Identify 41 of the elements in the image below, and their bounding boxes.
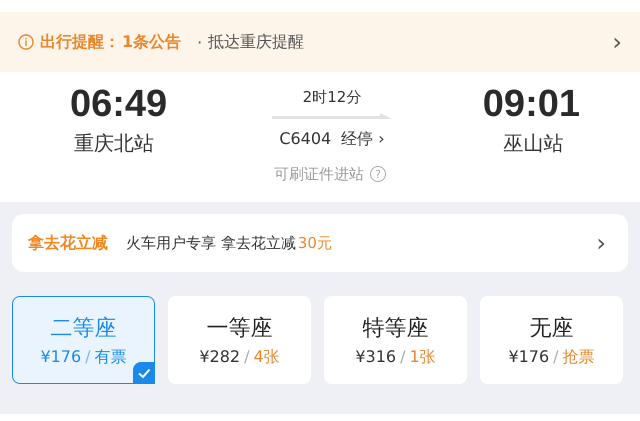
departure-station: 重庆北站 xyxy=(73,130,154,157)
separator: / xyxy=(85,346,91,368)
availability: 1张 xyxy=(409,346,436,368)
seat-price: ¥316 xyxy=(355,346,396,368)
departure-time: 06:49 xyxy=(70,82,168,126)
availability: 有票 xyxy=(94,346,127,368)
check-icon xyxy=(133,362,155,384)
info-icon xyxy=(18,34,34,50)
chevron-text: › xyxy=(596,231,606,255)
seat-class: 二等座 xyxy=(50,314,116,342)
notice-bar[interactable]: 出行提醒：1条公告 · 抵达重庆提醒 › xyxy=(0,12,640,72)
seat-price: ¥176 xyxy=(40,346,82,368)
seat-class: 一等座 xyxy=(206,314,272,342)
arrow-icon xyxy=(272,113,392,121)
train-number: C6404 xyxy=(279,129,332,150)
seat-class: 无座 xyxy=(530,314,574,342)
separator: / xyxy=(553,346,559,368)
availability: 抢票 xyxy=(562,346,595,368)
seat-option[interactable]: 无座 ¥176 / 抢票 xyxy=(480,296,623,384)
promo-card[interactable]: 拿去花立减 火车用户专享 拿去花立减30元 › xyxy=(12,214,628,272)
stops-link[interactable]: 经停 › xyxy=(341,129,385,150)
separator: / xyxy=(400,346,406,368)
seat-price: ¥282 xyxy=(199,346,240,368)
arrival-time: 09:01 xyxy=(482,82,580,126)
notice-title: 出行提醒： xyxy=(40,32,120,52)
chevron-text: › xyxy=(612,30,622,54)
promo-title: 拿去花立减 xyxy=(28,232,108,254)
duration: 2时12分 xyxy=(302,88,362,107)
id-entry-note: 可刷证件进站 xyxy=(274,164,364,184)
promo-text: 火车用户专享 拿去花立减 xyxy=(126,234,296,252)
notice-count: 1条公告 xyxy=(122,32,182,52)
seat-option[interactable]: 一等座 ¥282 / 4张 xyxy=(168,296,311,384)
bullet: · xyxy=(197,32,202,52)
availability: 4张 xyxy=(253,346,280,368)
separator: / xyxy=(244,346,250,368)
promo-amount: 30元 xyxy=(298,234,332,252)
notice-item: 抵达重庆提醒 xyxy=(208,32,304,52)
arrival-station: 巫山站 xyxy=(502,130,564,157)
seat-class: 特等座 xyxy=(362,314,428,342)
seat-option[interactable]: 特等座 ¥316 / 1张 xyxy=(324,296,467,384)
seat-price: ¥176 xyxy=(508,346,550,368)
